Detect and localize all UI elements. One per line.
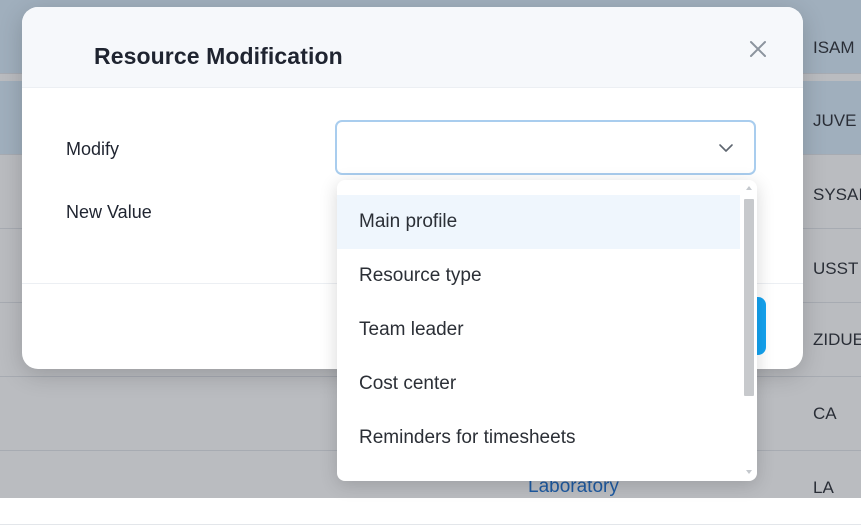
scroll-up-icon[interactable] — [746, 186, 752, 190]
option-resource-type[interactable]: Resource type — [337, 249, 740, 303]
scroll-down-icon[interactable] — [746, 470, 752, 474]
chevron-down-icon — [718, 140, 734, 156]
close-icon — [750, 41, 766, 57]
option-cost-center[interactable]: Cost center — [337, 357, 740, 411]
option-main-profile[interactable]: Main profile — [337, 195, 740, 249]
option-reminders-for-timesheets[interactable]: Reminders for timesheets — [337, 411, 740, 465]
modify-options-dropdown: Main profile Resource type Team leader C… — [337, 180, 757, 481]
dialog-title: Resource Modification — [94, 43, 343, 69]
scrollbar-thumb[interactable] — [744, 199, 754, 396]
modify-select[interactable] — [335, 120, 756, 175]
new-value-label: New Value — [66, 202, 152, 222]
option-team-leader[interactable]: Team leader — [337, 303, 740, 357]
dialog-header: Resource Modification — [22, 7, 803, 88]
modify-label: Modify — [66, 139, 120, 159]
close-button[interactable] — [746, 37, 770, 61]
dropdown-scrollbar[interactable] — [741, 180, 757, 481]
